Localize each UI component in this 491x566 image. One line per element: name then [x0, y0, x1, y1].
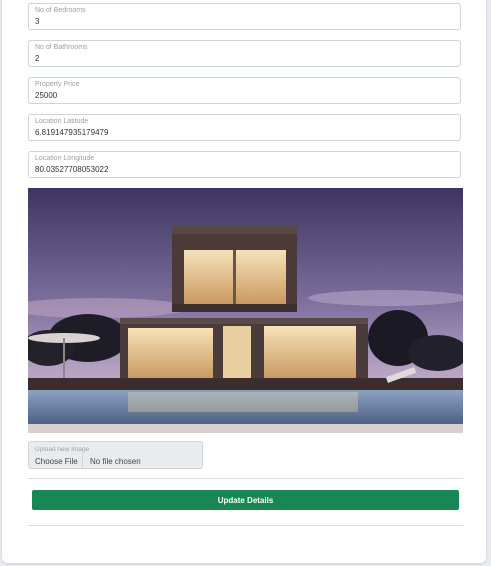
latitude-field[interactable]: Location Latitude	[28, 114, 461, 141]
house-illustration	[28, 188, 463, 433]
update-details-button[interactable]: Update Details	[32, 490, 459, 510]
choose-file-button[interactable]: Choose File	[29, 454, 83, 469]
property-edit-card: No of Bedrooms No of Bathrooms Property …	[2, 0, 486, 563]
bedrooms-input[interactable]	[35, 17, 455, 27]
bathrooms-field[interactable]: No of Bathrooms	[28, 40, 461, 67]
price-label: Property Price	[35, 81, 80, 88]
bedrooms-field[interactable]: No of Bedrooms	[28, 3, 461, 30]
longitude-field[interactable]: Location Longitude	[28, 151, 461, 178]
divider	[28, 478, 463, 479]
property-image	[28, 188, 463, 433]
longitude-input[interactable]	[35, 165, 455, 175]
bathrooms-label: No of Bathrooms	[35, 44, 88, 51]
upload-label: Upload new Image	[35, 446, 90, 453]
image-upload[interactable]: Upload new Image Choose File No file cho…	[28, 441, 203, 469]
bedrooms-label: No of Bedrooms	[35, 7, 86, 14]
price-input[interactable]	[35, 91, 455, 101]
bathrooms-input[interactable]	[35, 54, 455, 64]
longitude-label: Location Longitude	[35, 155, 95, 162]
latitude-input[interactable]	[35, 128, 455, 138]
divider	[28, 525, 463, 526]
latitude-label: Location Latitude	[35, 118, 89, 125]
price-field[interactable]: Property Price	[28, 77, 461, 104]
file-status-text: No file chosen	[90, 457, 141, 466]
